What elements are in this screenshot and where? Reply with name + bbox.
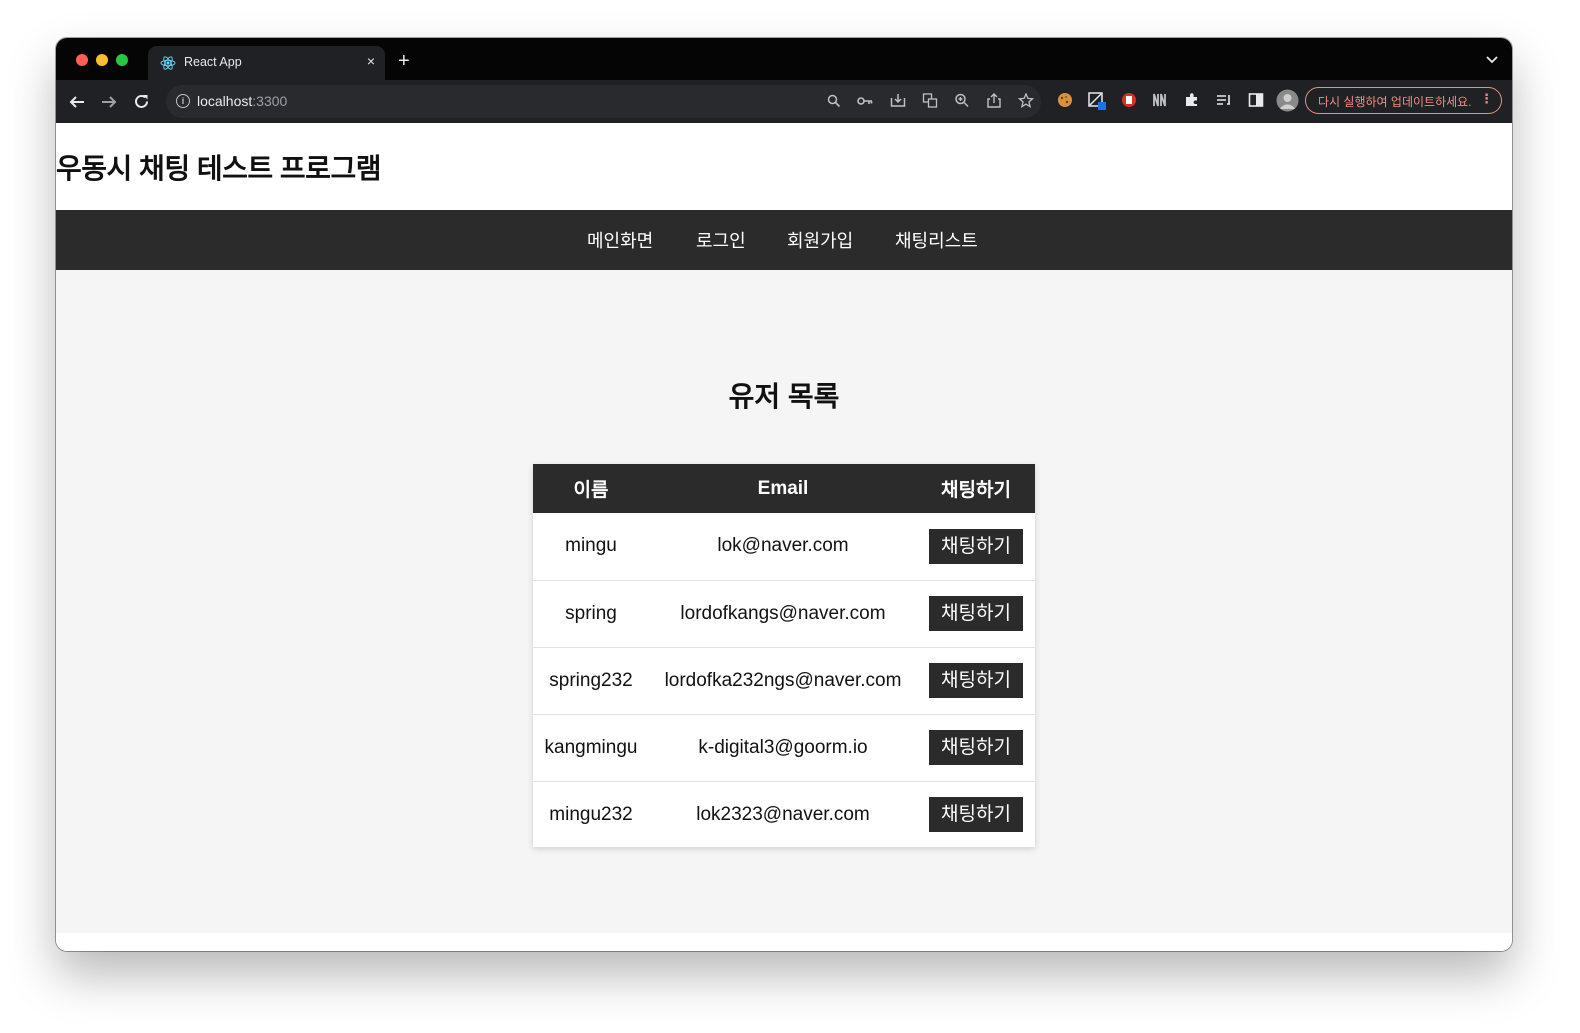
close-window-button[interactable] [76,54,88,66]
update-text: 다시 실행하여 업데이트하세요. [1318,95,1472,109]
browser-window: React App × + i localhost:3300 다시 실행하여 업… [56,38,1512,951]
extension-icon[interactable] [1088,92,1106,110]
share-icon[interactable] [986,93,1002,108]
chat-cell: 채팅하기 [917,714,1035,781]
nav-link-signup[interactable]: 회원가입 [787,227,853,253]
url-port: :3300 [252,93,288,109]
zoom-icon[interactable] [954,93,970,108]
page-heading: 유저 목록 [728,381,840,412]
address-bar[interactable]: i localhost:3300 [166,85,1041,118]
table-row: kangmingu k-digital3@goorm.io 채팅하기 [533,714,1035,781]
chat-button[interactable]: 채팅하기 [929,663,1023,698]
chat-cell: 채팅하기 [917,513,1035,580]
user-name-cell: spring232 [549,669,633,691]
user-email-cell: lok@naver.com [717,535,849,557]
browser-tab[interactable]: React App × [148,46,385,80]
puzzle-icon[interactable] [1183,92,1201,110]
site-nav: 메인화면 로그인 회원가입 채팅리스트 [56,210,1512,270]
tab-title: React App [184,55,242,69]
reading-list-icon[interactable] [1215,92,1233,110]
table-row: spring lordofkangs@naver.com 채팅하기 [533,580,1035,647]
chat-cell: 채팅하기 [917,781,1035,848]
site-info-icon[interactable]: i [176,94,190,108]
install-icon[interactable] [890,93,906,108]
user-name-cell: mingu232 [549,803,633,825]
star-icon[interactable] [1018,93,1034,108]
user-email-cell: lok2323@naver.com [696,803,870,825]
table-row: mingu232 lok2323@naver.com 채팅하기 [533,781,1035,848]
tab-close-icon[interactable]: × [367,53,375,69]
chevron-down-icon [1486,56,1498,64]
site-header: 우동시 채팅 테스트 프로그램 [56,123,1512,210]
new-tab-button[interactable]: + [398,51,410,71]
column-header-chat: 채팅하기 [941,480,1011,501]
page-content: 우동시 채팅 테스트 프로그램 메인화면 로그인 회원가입 채팅리스트 유저 목… [56,123,1512,951]
nav-link-login[interactable]: 로그인 [696,227,746,253]
site-title: 우동시 채팅 테스트 프로그램 [56,153,381,184]
forward-arrow-icon[interactable] [101,94,117,110]
shield-extension-icon[interactable] [1120,92,1138,110]
chat-button[interactable]: 채팅하기 [929,730,1023,765]
user-email-cell: lordofka232ngs@naver.com [664,669,902,691]
user-table: 이름 Email 채팅하기 mingu lok@naver.com 채팅하기 s… [533,464,1035,848]
back-arrow-icon[interactable] [69,94,85,110]
cookie-icon[interactable] [1056,92,1074,110]
minimize-window-button[interactable] [96,54,108,66]
chat-button[interactable]: 채팅하기 [929,797,1023,833]
table-row: mingu lok@naver.com 채팅하기 [533,513,1035,580]
profile-avatar-icon[interactable] [1276,89,1299,112]
tab-bar: React App × + [56,38,1512,80]
user-name-cell: spring [565,602,617,624]
chat-cell: 채팅하기 [917,647,1035,714]
nav-link-chat-list[interactable]: 채팅리스트 [895,227,978,253]
table-row: spring232 lordofka232ngs@naver.com 채팅하기 [533,647,1035,714]
side-panel-icon[interactable] [1247,92,1265,110]
translate-icon[interactable] [922,93,938,108]
more-vert-icon[interactable]: ⋮ [1480,91,1493,107]
user-name-cell: mingu [565,535,617,557]
maximize-window-button[interactable] [116,54,128,66]
reload-icon[interactable] [133,93,150,110]
url-host: localhost [197,93,253,109]
url-text: localhost:3300 [197,93,287,109]
chat-cell: 채팅하기 [917,580,1035,647]
nav-link-main[interactable]: 메인화면 [587,227,653,253]
chat-button[interactable]: 채팅하기 [929,528,1023,564]
user-email-cell: k-digital3@goorm.io [698,736,868,758]
notion-extension-icon[interactable] [1151,92,1169,110]
column-header-name: 이름 [573,480,609,501]
user-name-cell: kangmingu [544,736,638,758]
page-footer-strip [56,933,1512,951]
search-icon[interactable] [826,94,842,108]
user-table-container: 이름 Email 채팅하기 mingu lok@naver.com 채팅하기 s… [533,464,1035,847]
key-icon[interactable] [857,94,873,108]
update-button[interactable]: 다시 실행하여 업데이트하세요. ⋮ [1305,87,1502,114]
table-header-row: 이름 Email 채팅하기 [533,464,1035,513]
react-icon [160,56,176,70]
chat-button[interactable]: 채팅하기 [929,596,1023,631]
column-header-email: Email [757,477,809,499]
browser-toolbar: i localhost:3300 다시 실행하여 업데이트하세요. ⋮ [56,80,1512,123]
user-email-cell: lordofkangs@naver.com [680,602,886,624]
tab-search-button[interactable] [1486,53,1498,67]
